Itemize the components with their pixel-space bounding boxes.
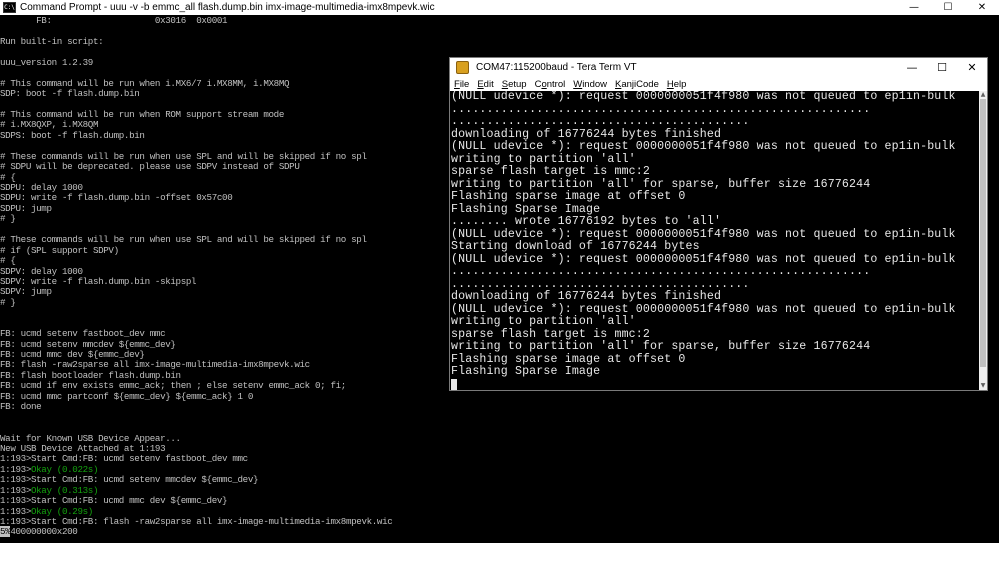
maximize-icon[interactable]: ☐ xyxy=(931,0,965,15)
console-command: 1:193>Start Cmd:FB: ucmd setenv mmcdev $… xyxy=(0,474,259,486)
teraterm-title-bar[interactable]: COM47:115200baud - Tera Term VT — ☐ ✕ xyxy=(450,58,987,77)
console-line: FB: done xyxy=(0,401,42,413)
terminal-line: (NULL udevice *): request 0000000051f4f9… xyxy=(451,91,956,103)
console-command: 1:193>Start Cmd:FB: flash -raw2sparse al… xyxy=(0,516,393,527)
scroll-down-arrow-icon[interactable]: ▼ xyxy=(979,382,987,390)
teraterm-window-title: COM47:115200baud - Tera Term VT xyxy=(476,62,637,73)
terminal-line: downloading of 16776244 bytes finished xyxy=(451,290,722,303)
console-command: 1:193>Start Cmd:FB: ucmd mmc dev ${emmc_… xyxy=(0,495,228,507)
teraterm-terminal-output[interactable]: (NULL udevice *): request 0000000051f4f9… xyxy=(450,91,979,390)
scroll-up-arrow-icon[interactable]: ▲ xyxy=(979,91,987,99)
minimize-icon[interactable]: — xyxy=(897,58,927,77)
progress-line: 5%400000000x200 xyxy=(0,526,999,538)
console-line: 1:193>Start Cmd:FB: ucmd mmc dev ${emmc_… xyxy=(0,495,999,507)
teraterm-vertical-scrollbar[interactable]: ▲ ▼ xyxy=(979,91,987,390)
console-line: FB: 0x3016 0x0001 xyxy=(0,15,228,26)
teraterm-app-icon xyxy=(456,61,469,74)
terminal-line: writing to partition 'all' xyxy=(451,315,636,328)
close-icon[interactable]: ✕ xyxy=(957,58,987,77)
okay-status: Okay (0.022s) xyxy=(30,463,99,475)
teraterm-menu-bar: File Edit Setup Control Window KanjiCode Help xyxy=(450,77,987,91)
progress-percent: 5% xyxy=(0,526,11,538)
terminal-line: Flashing Sparse Image xyxy=(451,365,601,378)
console-prefix: 1:193> xyxy=(0,505,31,517)
tera-term-window[interactable]: COM47:115200baud - Tera Term VT — ☐ ✕ Fi… xyxy=(449,57,988,391)
terminal-line: Flashing sparse image at offset 0 xyxy=(451,190,686,203)
scrollbar-thumb[interactable] xyxy=(980,99,986,367)
okay-status: Okay (0.29s) xyxy=(30,505,93,517)
console-line: 1:193>Start Cmd:FB: ucmd setenv mmcdev $… xyxy=(0,475,999,485)
terminal-line: ........ wrote 16776192 bytes to 'all' xyxy=(451,215,722,228)
teraterm-window-controls: — ☐ ✕ xyxy=(897,58,987,77)
menu-item-window[interactable]: Window xyxy=(573,79,607,90)
terminal-line: ........................................… xyxy=(451,265,871,278)
menu-item-edit[interactable]: Edit xyxy=(477,79,493,90)
terminal-line: ........................................… xyxy=(451,115,750,128)
terminal-line: (NULL udevice *): request 0000000051f4f9… xyxy=(451,140,956,153)
menu-item-kanjicode[interactable]: KanjiCode xyxy=(615,79,659,90)
menu-item-file[interactable]: File xyxy=(454,79,469,90)
terminal-line: sparse flash target is mmc:2 xyxy=(451,165,651,178)
terminal-cursor xyxy=(451,378,457,390)
terminal-line: Starting download of 16776244 bytes xyxy=(451,240,700,253)
close-icon[interactable]: ✕ xyxy=(965,0,999,15)
cmd-app-icon: C:\ xyxy=(3,2,16,13)
cmd-window-title: Command Prompt - uuu -v -b emmc_all flas… xyxy=(20,2,435,13)
console-prefix: 1:193> xyxy=(0,484,31,496)
console-prefix: 1:193> xyxy=(0,463,31,475)
menu-item-help[interactable]: Help xyxy=(667,79,687,90)
terminal-line: writing to partition 'all' for sparse, b… xyxy=(451,340,871,353)
console-line: 1:193>Start Cmd:FB: flash -raw2sparse al… xyxy=(0,516,999,527)
maximize-icon[interactable]: ☐ xyxy=(927,58,957,77)
cmd-window-controls: — ☐ ✕ xyxy=(897,0,999,15)
menu-item-control[interactable]: Control xyxy=(535,79,566,90)
menu-item-setup[interactable]: Setup xyxy=(502,79,527,90)
terminal-cursor-line xyxy=(450,378,979,391)
console-line: FB: ucmd mmc partconf ${emmc_dev} ${emmc… xyxy=(0,390,254,402)
console-line: Run built-in script: xyxy=(0,35,104,47)
minimize-icon[interactable]: — xyxy=(897,0,931,15)
okay-status: Okay (0.313s) xyxy=(30,484,99,496)
progress-detail: 400000000x200 xyxy=(10,526,78,538)
console-line: 1:193>Start Cmd:FB: ucmd setenv fastboot… xyxy=(0,453,248,465)
cmd-title-bar[interactable]: C:\ Command Prompt - uuu -v -b emmc_all … xyxy=(0,0,999,15)
